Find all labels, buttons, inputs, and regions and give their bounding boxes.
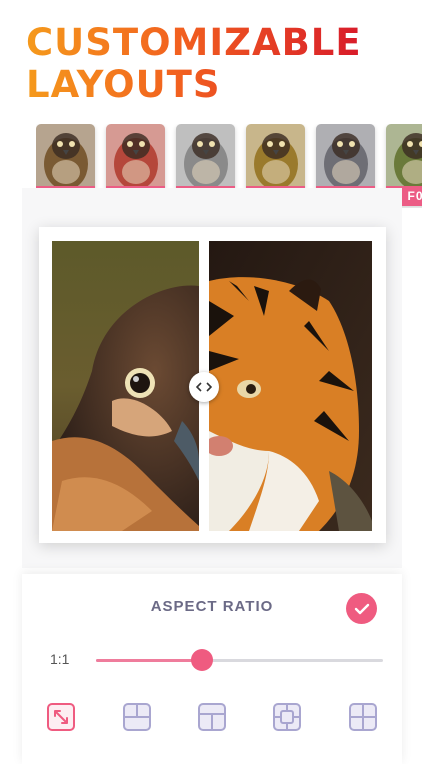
grid-quad-icon [349,703,377,731]
filter-thumbnail [106,124,165,186]
aspect-ratio-sheet: ASPECT RATIO 1:1 [22,574,402,764]
slider-fill [96,659,203,662]
layout-grid-t-button[interactable] [197,702,227,732]
photo-tiger[interactable] [209,241,372,531]
confirm-button[interactable] [346,593,377,624]
filter-thumbnail [246,124,305,186]
headline-line-1: CUSTOMIZABLE [26,21,362,64]
slider-thumb[interactable] [191,649,214,671]
layout-expand-button[interactable] [46,702,76,732]
check-icon [354,603,369,614]
headline: CUSTOMIZABLE LAYOUTS [26,22,362,106]
photo-falcon[interactable] [52,241,199,531]
grid-cross-icon [273,703,301,731]
layout-grid-three-button[interactable] [122,702,152,732]
layout-options [22,702,402,738]
grid-three-icon [123,703,151,731]
filter-thumbnail [176,124,235,186]
filter-thumbnail [36,124,95,186]
ratio-label: 1:1 [50,651,70,667]
layout-grid-quad-button[interactable] [348,702,378,732]
sheet-title: ASPECT RATIO [150,598,274,615]
split-handle[interactable] [189,372,219,402]
split-arrows-icon [196,382,212,392]
layout-grid-cross-button[interactable] [272,702,302,732]
filter-thumbnail [316,124,375,186]
expand-icon [47,703,75,731]
headline-line-2: LAYOUTS [26,63,221,106]
ratio-slider[interactable] [96,649,383,671]
filter-thumbnail [386,124,422,186]
grid-t-icon [198,703,226,731]
collage-frame [39,227,386,543]
